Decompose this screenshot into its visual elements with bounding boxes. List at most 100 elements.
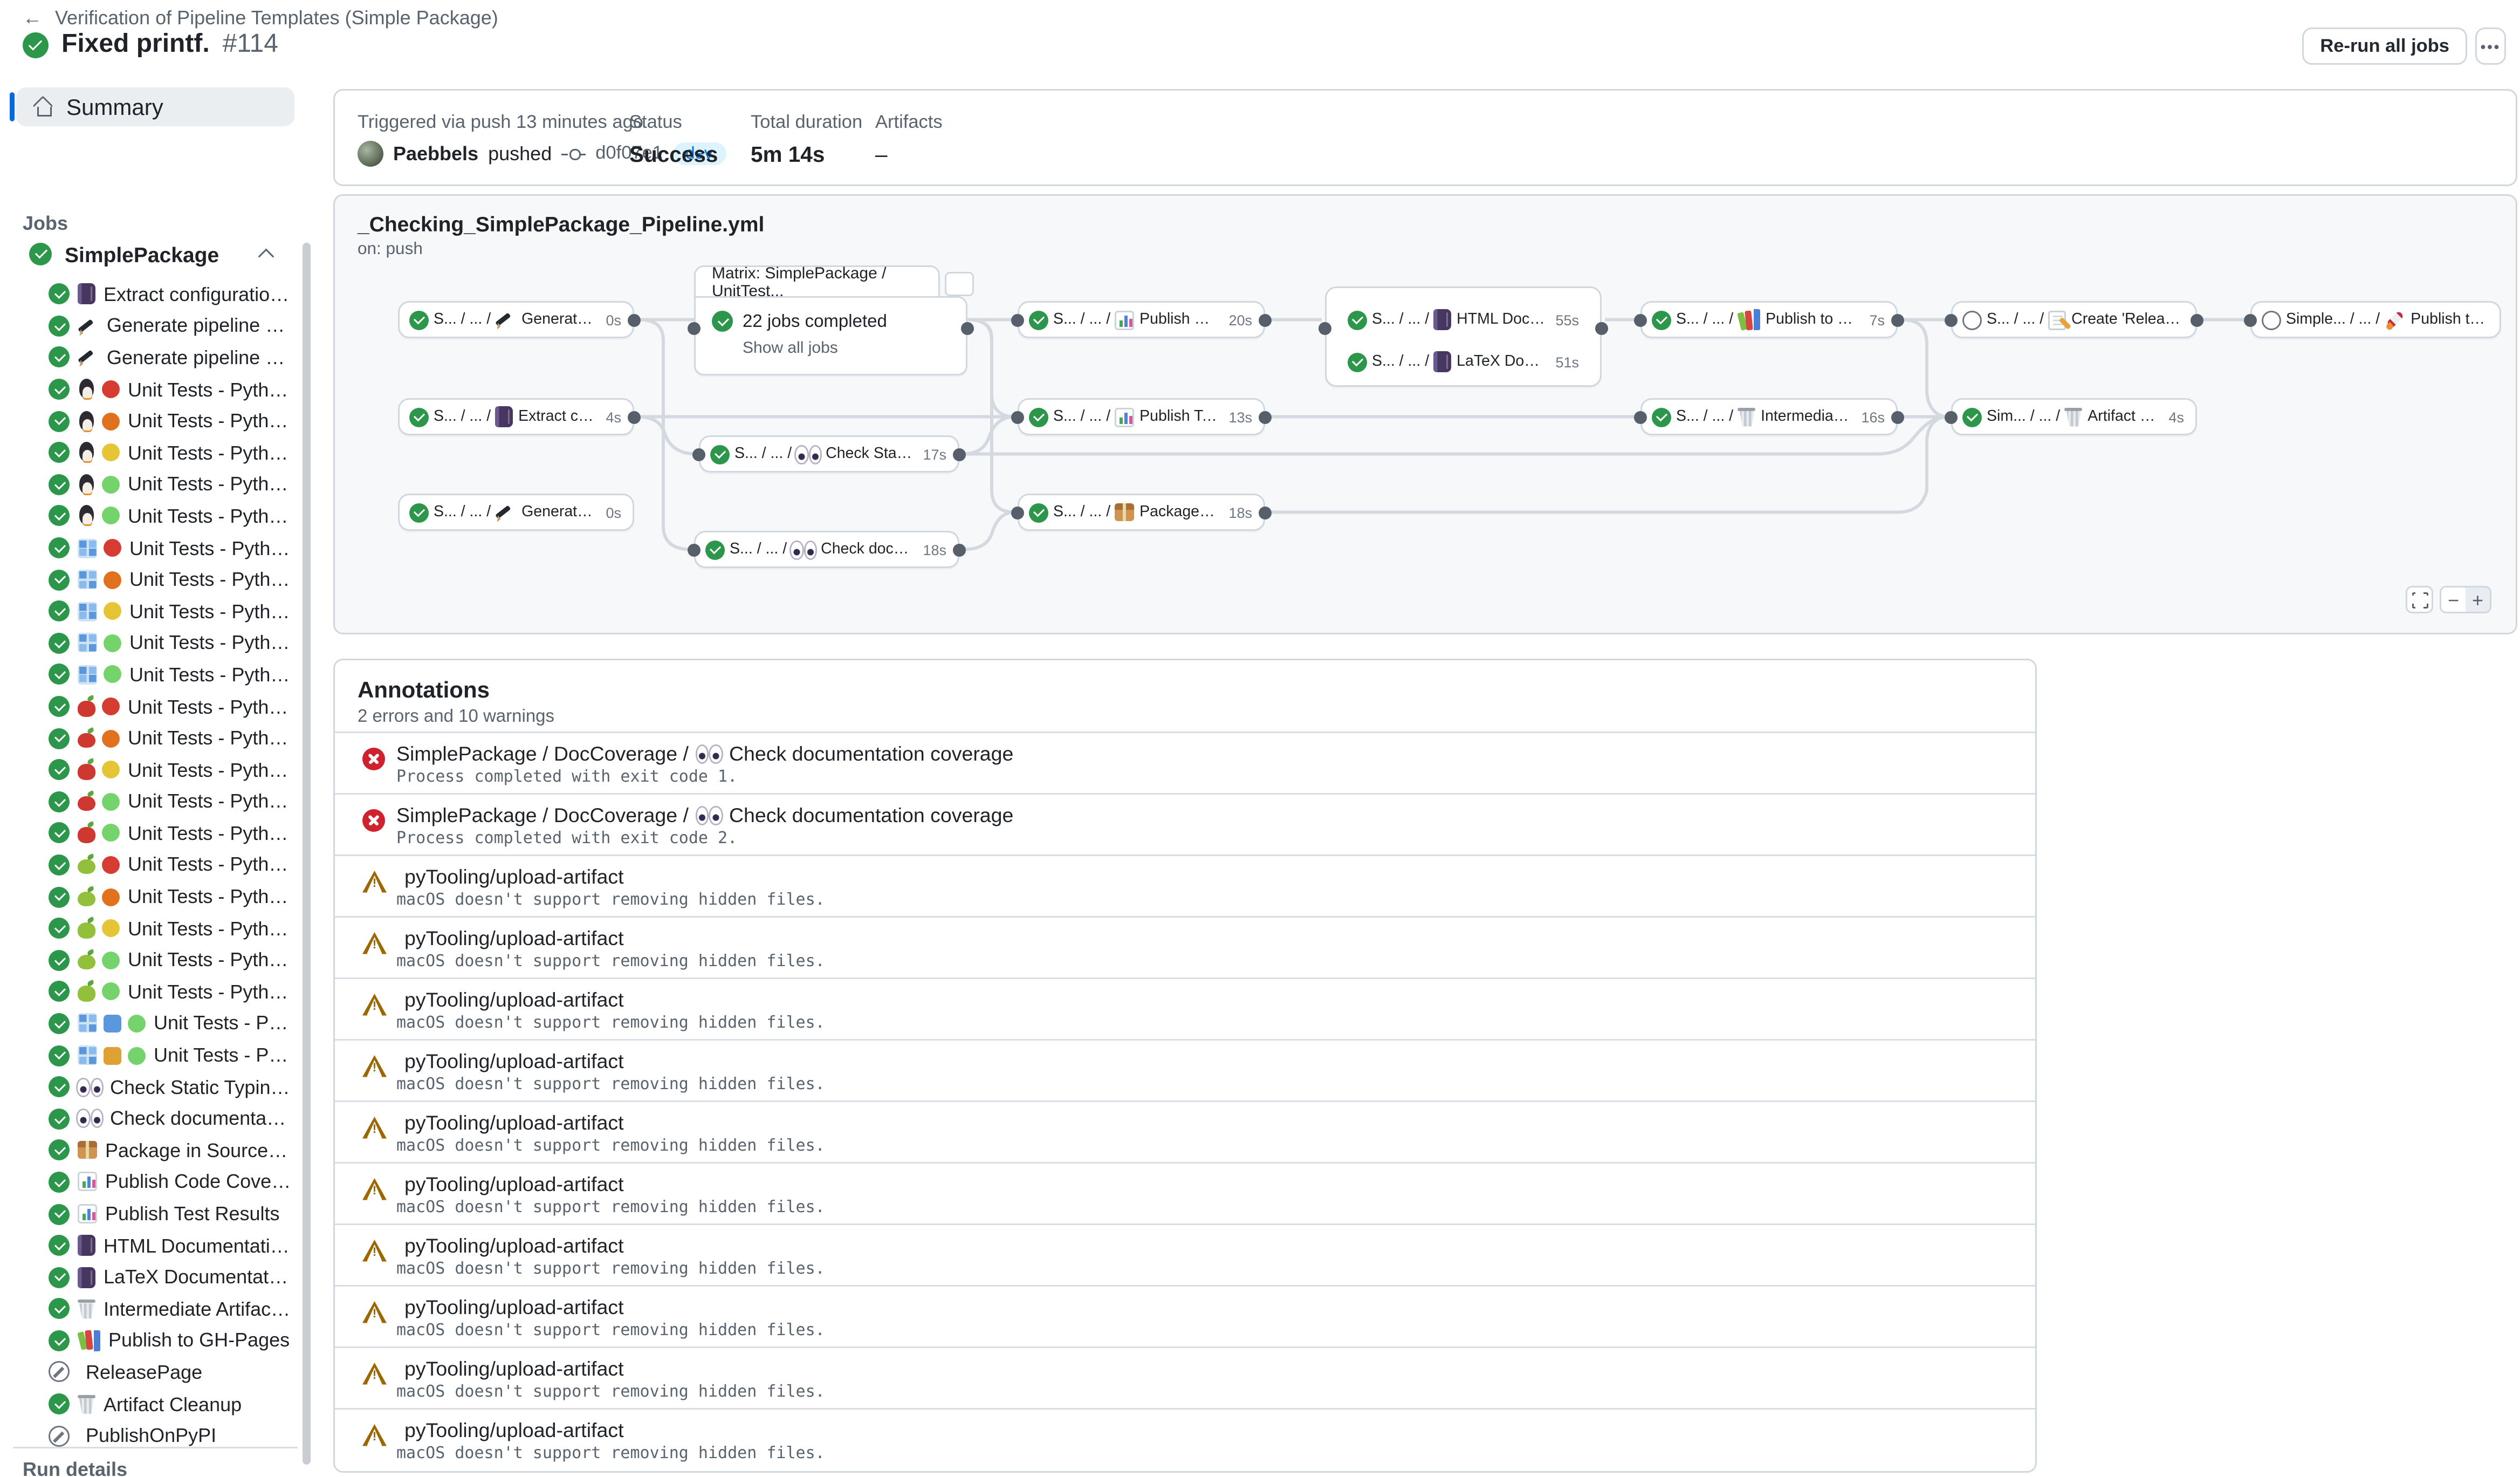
pipeline-node[interactable]: S... / ... / HTML Docume... 55s (1338, 303, 1590, 337)
sidebar-job-item[interactable]: Artifact Cleanup (0, 1388, 301, 1420)
annotation-title[interactable]: pyTooling/upload-artifact (396, 1235, 2035, 1257)
job-label: HTML Documentation using ... (104, 1234, 291, 1257)
sidebar-job-item[interactable]: Unit Tests - Python 3.10 (0, 405, 301, 437)
pipeline-node[interactable]: S... / ... / Check Static Ty... 17s (699, 435, 959, 473)
sidebar-job-item[interactable]: Unit Tests - Python 3.9 (0, 849, 301, 881)
show-all-jobs-link[interactable]: Show all jobs (696, 332, 966, 358)
node-prefix: S... / ... / (1372, 353, 1429, 371)
job-label: PublishOnPyPI (86, 1425, 216, 1447)
pipeline-node[interactable]: S... / ... / Generate pipelin... 0s (398, 301, 634, 338)
job-icons (78, 823, 120, 844)
pipeline-node[interactable]: S... / ... / Generate pipelin... 0s (398, 494, 634, 531)
job-label: Unit Tests - Python 3.13 (128, 822, 291, 845)
breadcrumb[interactable]: ← Verification of Pipeline Templates (Si… (23, 6, 498, 29)
annotation-title[interactable]: SimplePackage / DocCoverage / Check docu… (396, 804, 2035, 827)
zoom-out-button[interactable]: − (2440, 586, 2467, 613)
chevron-up-icon[interactable] (258, 249, 274, 265)
sidebar-job-item[interactable]: ReleasePage (0, 1357, 301, 1389)
annotation-title[interactable]: pyTooling/upload-artifact (396, 1112, 2035, 1134)
annotation-title[interactable]: pyTooling/upload-artifact (396, 989, 2035, 1011)
rerun-all-jobs-button[interactable]: Re-run all jobs (2302, 28, 2467, 65)
zoom-in-button[interactable]: + (2466, 586, 2491, 613)
matrix-group-node[interactable]: 22 jobs completed Show all jobs (694, 296, 967, 375)
sidebar-job-item[interactable]: Unit Tests - Python 3.13 (0, 659, 301, 690)
sidebar-job-item[interactable]: Check Static Typing using Pyt... (0, 1071, 301, 1103)
job-icons (78, 633, 121, 653)
duration-value: 5m 14s (751, 142, 862, 167)
sidebar-job-item[interactable]: Unit Tests - Python 3.12 (0, 469, 301, 501)
sidebar-job-item[interactable]: Unit Tests - Python 3.12 (0, 786, 301, 818)
sidebar-job-item[interactable]: Generate pipeline parameters (0, 342, 301, 374)
annotation-title[interactable]: pyTooling/upload-artifact (396, 866, 2035, 888)
sidebar-job-item[interactable]: LaTeX Documentation using ... (0, 1261, 301, 1293)
matrix-group-tab[interactable]: Matrix: SimplePackage / UnitTest... (694, 265, 940, 298)
job-label: LaTeX Documentation using ... (104, 1266, 291, 1289)
pipeline-node[interactable]: Sim... / ... / Artifact Cleanup 4s (1951, 398, 2197, 435)
sidebar-job-item[interactable]: Unit Tests - Python 3.13 (0, 817, 301, 849)
sidebar-job-item[interactable]: Unit Tests - Python 3.12 (0, 627, 301, 659)
actor-link[interactable]: Paebbels (393, 142, 478, 165)
annotation-title[interactable]: pyTooling/upload-artifact (396, 1358, 2035, 1380)
pipeline-node[interactable]: S... / ... / Publish Test Re... 13s (1018, 398, 1265, 435)
sidebar-job-item[interactable]: HTML Documentation using ... (0, 1229, 301, 1261)
annotation-title[interactable]: SimplePackage / DocCoverage / Check docu… (396, 743, 2035, 765)
pipeline-node[interactable]: S... / ... / Extract configur... 4s (398, 398, 634, 435)
avatar[interactable] (358, 141, 383, 167)
job-status-icon (49, 1172, 70, 1193)
sidebar-job-item[interactable]: Intermediate Artifact Cleanup (0, 1293, 301, 1325)
sidebar-job-item[interactable]: Publish Code Coverage Results (0, 1166, 301, 1198)
pipeline-node[interactable]: S... / ... / Publish to GH-P... 7s (1640, 301, 1898, 338)
sidebar-scrollbar[interactable] (303, 243, 311, 1465)
node-label: HTML Docume... (1457, 311, 1546, 329)
sidebar-job-item[interactable]: Package in Source and Wheel... (0, 1134, 301, 1166)
sidebar-job-item[interactable]: Extract configurations from p... (0, 278, 301, 310)
annotation-title[interactable]: pyTooling/upload-artifact (396, 1173, 2035, 1196)
annotation-title[interactable]: pyTooling/upload-artifact (396, 1419, 2035, 1442)
sidebar-job-item[interactable]: Unit Tests - Python 3.11 (0, 596, 301, 627)
sidebar-job-item[interactable]: Unit Tests - Python 3.10 (0, 881, 301, 913)
pipeline-node[interactable]: S... / ... / LaTeX Docume... 51s (1338, 345, 1590, 379)
sidebar-job-item[interactable]: Unit Tests - Python 3.11 (0, 754, 301, 786)
sidebar-job-item[interactable]: Unit Tests - Python 3.12 (0, 1008, 301, 1040)
sidebar-job-item[interactable]: Unit Tests - Python 3.12 (0, 944, 301, 976)
pipeline-node[interactable]: S... / ... / Create 'Release Pa... (1951, 301, 2197, 338)
sidebar-job-item[interactable]: Unit Tests - Python 3.12 (0, 1040, 301, 1071)
fullscreen-button[interactable] (2406, 586, 2433, 613)
sidebar-job-item[interactable]: Check documentation covera... (0, 1103, 301, 1134)
node-prefix: S... / ... / (1053, 408, 1110, 426)
sidebar-job-item[interactable]: Publish Test Results (0, 1198, 301, 1230)
job-icons (78, 284, 95, 305)
annotation-title[interactable]: pyTooling/upload-artifact (396, 1296, 2035, 1319)
job-icons (78, 316, 99, 337)
sidebar-job-item[interactable]: Unit Tests - Python 3.11 (0, 437, 301, 469)
pipeline-node[interactable]: S... / ... / Publish Code C... 20s (1018, 301, 1265, 338)
sidebar-job-item[interactable]: Unit Tests - Python 3.13 (0, 976, 301, 1008)
pipeline-node[interactable]: S... / ... / Package in Sou... 18s (1018, 494, 1265, 531)
pipeline-node[interactable]: S... / ... / Check docume... 18s (694, 531, 959, 568)
pipeline-node[interactable]: Simple... / ... / Publish to PyPI (2250, 301, 2501, 338)
sidebar-job-item[interactable]: Unit Tests - Python 3.10 (0, 722, 301, 754)
job-icons (78, 760, 120, 781)
sidebar-job-item[interactable]: Unit Tests - Python 3.10 (0, 564, 301, 596)
apple-green-icon (78, 981, 95, 1002)
node-label: Generate pipelin... (521, 503, 596, 521)
sidebar-job-item[interactable]: Publish to GH-Pages (0, 1325, 301, 1357)
sidebar-job-item[interactable]: Unit Tests - Python 3.9 (0, 532, 301, 564)
annotation-title[interactable]: pyTooling/upload-artifact (396, 927, 2035, 950)
annotation-level-icon (362, 1178, 387, 1200)
sidebar-job-item[interactable]: Generate pipeline parameters (0, 310, 301, 342)
dot-green-icon (128, 1047, 146, 1064)
sidebar-job-item[interactable]: Unit Tests - Python 3.9 (0, 373, 301, 405)
sidebar-job-item[interactable]: Unit Tests - Python 3.11 (0, 913, 301, 945)
annotation-job-name: pyTooling/upload-artifact (404, 989, 624, 1011)
more-options-button[interactable]: ••• (2475, 28, 2506, 65)
sidebar-job-item[interactable]: Unit Tests - Python 3.13 (0, 500, 301, 532)
pipeline-node[interactable]: S... / ... / Intermediate A... 16s (1640, 398, 1898, 435)
node-label: Publish to GH-P... (1766, 311, 1859, 329)
annotation-row: pyTooling/upload-artifact macOS doesn't … (335, 916, 2035, 977)
sidebar-job-group[interactable]: SimplePackage (16, 236, 294, 272)
sidebar-item-summary[interactable]: Summary (16, 87, 294, 126)
annotation-message: macOS doesn't support removing hidden fi… (396, 1322, 2035, 1340)
sidebar-job-item[interactable]: Unit Tests - Python 3.9 (0, 690, 301, 722)
annotation-title[interactable]: pyTooling/upload-artifact (396, 1050, 2035, 1073)
